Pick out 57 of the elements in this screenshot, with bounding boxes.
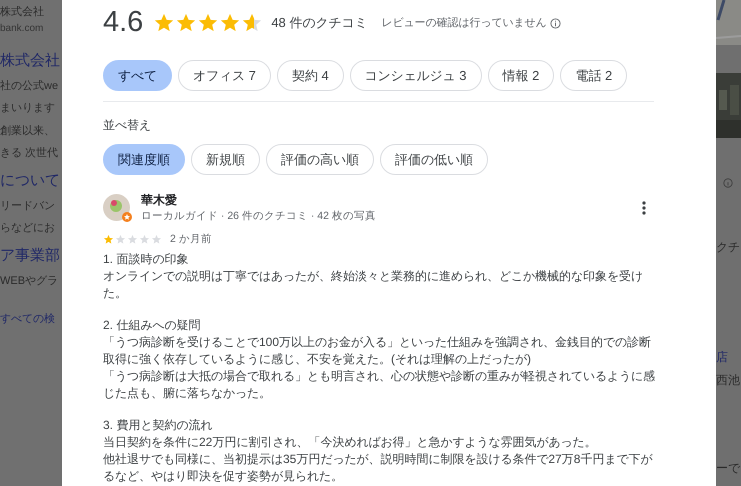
review-count: 48 件のクチコミ	[271, 14, 368, 32]
review-paragraph: 当日契約を条件に22万円に割引され、「今決めればお得」と急かすような雰囲気があった。	[103, 434, 598, 450]
review-paragraph: オンラインでの説明は丁寧ではあったが、終始淡々と業務的に進められ、どこか機械的な印象を受けた。	[103, 268, 644, 302]
topic-chip[interactable]: オフィス 7	[178, 60, 271, 91]
background-text: すべての検	[0, 312, 55, 327]
background-text: について	[0, 170, 60, 190]
background-text: きる 次世代	[0, 146, 58, 161]
background-text: WEBやグラ	[0, 274, 58, 288]
section-heading: 3. 費用と契約の流れ	[103, 416, 212, 434]
review-time: 2 か月前	[170, 232, 212, 247]
star-icon	[139, 234, 150, 246]
star-icon	[175, 12, 198, 34]
background-text: 創業以来、	[0, 124, 55, 138]
background-text: ア事業部	[0, 246, 60, 266]
sort-chip[interactable]: 関連度順	[103, 144, 185, 175]
background-text: ーで	[716, 460, 740, 477]
topic-chip[interactable]: コンシェルジュ 3	[350, 60, 482, 91]
verification-note: レビューの確認は行っていません	[381, 16, 546, 31]
star-icon	[219, 12, 242, 34]
avatar[interactable]	[103, 194, 130, 222]
sort-chip[interactable]: 新規順	[191, 144, 260, 175]
review-paragraph: 「うつ病診断を受けることで100万以上のお金が入る」といった仕組みを強調され、金銭目的での診断取得に強く依存しているように感じ、不安を覚えた。(それは理解の上だったが)	[103, 334, 652, 368]
rating-score: 4.6	[103, 5, 144, 40]
info-icon[interactable]	[550, 18, 562, 28]
topic-chip[interactable]: すべて	[103, 60, 172, 91]
sort-label: 並べ替え	[103, 117, 151, 134]
topic-chip[interactable]: 情報 2	[488, 60, 554, 91]
section-heading: 2. 仕組みへの疑問	[103, 316, 200, 334]
star-icon	[197, 12, 220, 34]
section-heading: 1. 面談時の印象	[103, 250, 188, 268]
reviewer-name[interactable]: 華木愛	[141, 191, 177, 209]
star-icon	[127, 234, 138, 246]
local-guide-badge-icon	[122, 212, 132, 222]
background-text: 株式会社	[0, 5, 44, 20]
background-text: リードバン	[0, 198, 55, 214]
sort-chip[interactable]: 評価の低い順	[380, 144, 488, 175]
sort-chip[interactable]: 評価の高い順	[266, 144, 374, 175]
background-text: bank.com	[0, 22, 44, 36]
topic-chip[interactable]: 契約 4	[276, 60, 344, 91]
reviewer-meta: ローカルガイド · 26 件のクチコミ · 42 枚の写真	[141, 209, 376, 224]
info-icon	[723, 178, 733, 188]
background-text: 社の公式we	[0, 78, 58, 94]
background-text: クチ	[716, 239, 740, 256]
review-paragraph: 他社退サでも同様に、当初提示は35万円だったが、説明時間に制限を設ける条件で27万8千円まで下がるなど、やはり即決を促す姿勢が見られた。	[103, 450, 654, 484]
review-paragraph: 「うつ病診断は大抵の場合で取れる」とも明言され、心の状態や診断の重みが軽視されているように感じた点も、腑に落ちなかった。	[103, 368, 656, 402]
star-icon	[241, 12, 264, 34]
background-text: 西池	[716, 372, 740, 389]
background-text: らなどにお	[0, 221, 55, 236]
topic-chip[interactable]: 電話 2	[560, 60, 628, 91]
star-icon	[115, 234, 126, 246]
background-text: 株式会社	[0, 50, 60, 70]
star-icon	[151, 234, 162, 246]
star-icon	[103, 234, 114, 246]
background-text: 店	[716, 349, 728, 366]
background-text: まいります	[0, 101, 55, 116]
star-icon	[153, 12, 176, 34]
more-options-icon[interactable]	[642, 200, 646, 215]
